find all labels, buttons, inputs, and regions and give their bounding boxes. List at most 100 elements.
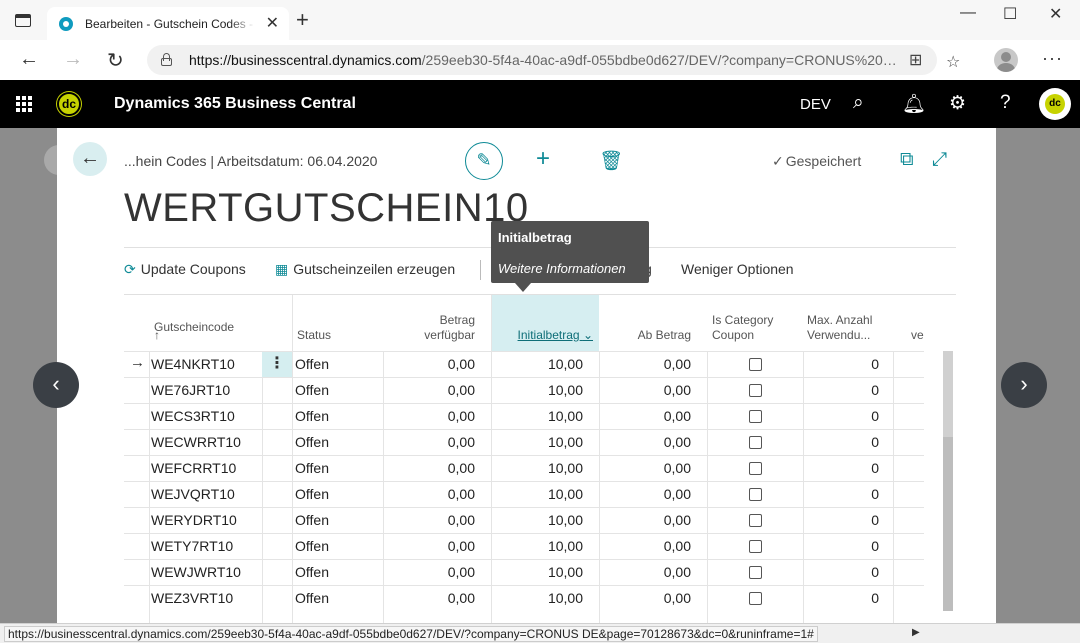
delete-trash-icon[interactable]: 🗑︎ xyxy=(599,149,623,173)
category-checkbox[interactable] xyxy=(749,566,762,579)
cell-from-amount[interactable]: 0,00 xyxy=(599,512,691,528)
column-header-cut[interactable]: ve xyxy=(911,295,924,351)
user-avatar[interactable]: dc xyxy=(1039,88,1071,120)
update-coupons-button[interactable]: ⟳ Update Coupons xyxy=(124,261,246,278)
column-header-from-amount[interactable]: Ab Betrag xyxy=(599,295,691,351)
cell-max-uses[interactable]: 0 xyxy=(803,434,879,450)
column-header-status[interactable]: Status xyxy=(297,295,377,351)
cell-status[interactable]: Offen xyxy=(295,408,329,424)
edit-pencil-icon[interactable]: ✎ xyxy=(465,142,503,180)
back-arrow-icon[interactable]: ← xyxy=(19,48,39,71)
cell-initial[interactable]: 10,00 xyxy=(491,356,583,372)
category-checkbox[interactable] xyxy=(749,514,762,527)
cell-code[interactable]: WERYDRT10 xyxy=(151,512,237,528)
category-checkbox[interactable] xyxy=(749,592,762,605)
more-options-icon[interactable]: ··· xyxy=(1042,48,1063,69)
new-tab-icon[interactable]: + xyxy=(296,9,309,31)
cell-from-amount[interactable]: 0,00 xyxy=(599,434,691,450)
cell-available[interactable]: 0,00 xyxy=(383,590,475,606)
cell-status[interactable]: Offen xyxy=(295,382,329,398)
cell-max-uses[interactable]: 0 xyxy=(803,512,879,528)
cell-from-amount[interactable]: 0,00 xyxy=(599,590,691,606)
cell-code[interactable]: WETY7RT10 xyxy=(151,538,233,554)
category-checkbox[interactable] xyxy=(749,410,762,423)
cell-available[interactable]: 0,00 xyxy=(383,460,475,476)
cell-available[interactable]: 0,00 xyxy=(383,408,475,424)
browser-tab[interactable]: Bearbeiten - Gutschein Codes - W ✕ xyxy=(47,7,289,40)
cell-status[interactable]: Offen xyxy=(295,356,329,372)
cell-available[interactable]: 0,00 xyxy=(383,512,475,528)
cell-max-uses[interactable]: 0 xyxy=(803,408,879,424)
tab-close-icon[interactable]: ✕ xyxy=(266,13,279,33)
category-checkbox[interactable] xyxy=(749,358,762,371)
cell-initial[interactable]: 10,00 xyxy=(491,486,583,502)
cell-from-amount[interactable]: 0,00 xyxy=(599,382,691,398)
cell-max-uses[interactable]: 0 xyxy=(803,460,879,476)
cell-max-uses[interactable]: 0 xyxy=(803,382,879,398)
minimize-icon[interactable]: — xyxy=(960,4,976,22)
table-row[interactable]: WEWJWRT10 Offen 0,00 10,00 0,00 0 xyxy=(124,559,924,585)
chevron-down-icon[interactable]: ⌄ xyxy=(583,328,593,342)
split-screen-icon[interactable]: ⊞ xyxy=(909,50,922,70)
forward-arrow-icon[interactable]: → xyxy=(63,48,83,71)
cell-code[interactable]: WEZ3VRT10 xyxy=(151,590,233,606)
cell-code[interactable]: WE76JRT10 xyxy=(151,382,230,398)
settings-gear-icon[interactable]: ⚙ xyxy=(949,92,966,115)
search-icon[interactable]: ⌕ xyxy=(853,92,864,114)
category-checkbox[interactable] xyxy=(749,436,762,449)
notification-bell-icon[interactable]: 🔔︎ xyxy=(902,92,926,116)
category-checkbox[interactable] xyxy=(749,540,762,553)
table-row[interactable]: WE76JRT10 Offen 0,00 10,00 0,00 0 xyxy=(124,377,924,403)
url-field[interactable]: https://businesscentral.dynamics.com/259… xyxy=(147,45,937,75)
cell-max-uses[interactable]: 0 xyxy=(803,590,879,606)
cell-code[interactable]: WEJVQRT10 xyxy=(151,486,235,502)
cell-from-amount[interactable]: 0,00 xyxy=(599,356,691,372)
next-record-button[interactable]: › xyxy=(1001,362,1047,408)
cell-from-amount[interactable]: 0,00 xyxy=(599,564,691,580)
cell-initial[interactable]: 10,00 xyxy=(491,408,583,424)
cell-from-amount[interactable]: 0,00 xyxy=(599,538,691,554)
column-header-category[interactable]: Is Category Coupon xyxy=(712,295,802,351)
cell-from-amount[interactable]: 0,00 xyxy=(599,486,691,502)
cell-available[interactable]: 0,00 xyxy=(383,486,475,502)
cell-status[interactable]: Offen xyxy=(295,486,329,502)
cell-available[interactable]: 0,00 xyxy=(383,356,475,372)
cell-status[interactable]: Offen xyxy=(295,538,329,554)
cell-status[interactable]: Offen xyxy=(295,590,329,606)
cell-initial[interactable]: 10,00 xyxy=(491,512,583,528)
help-icon[interactable]: ? xyxy=(1000,92,1011,114)
previous-record-button[interactable]: ‹ xyxy=(33,362,79,408)
create-coupon-lines-button[interactable]: ▦ Gutscheinzeilen erzeugen xyxy=(275,261,455,278)
table-row[interactable]: WECWRRT10 Offen 0,00 10,00 0,00 0 xyxy=(124,429,924,455)
category-checkbox[interactable] xyxy=(749,462,762,475)
more-info-link[interactable]: Weitere Informationen xyxy=(498,261,626,276)
app-title[interactable]: Dynamics 365 Business Central xyxy=(114,95,356,113)
cell-status[interactable]: Offen xyxy=(295,564,329,580)
cell-max-uses[interactable]: 0 xyxy=(803,356,879,372)
cell-available[interactable]: 0,00 xyxy=(383,382,475,398)
maximize-icon[interactable]: ☐ xyxy=(1003,4,1017,24)
new-record-plus-icon[interactable]: + xyxy=(536,145,550,173)
profile-avatar[interactable] xyxy=(994,48,1018,72)
close-window-icon[interactable]: ✕ xyxy=(1049,4,1062,24)
table-row[interactable]: WERYDRT10 Offen 0,00 10,00 0,00 0 xyxy=(124,507,924,533)
cell-available[interactable]: 0,00 xyxy=(383,538,475,554)
lock-icon[interactable] xyxy=(161,53,172,66)
less-options-button[interactable]: Weniger Optionen xyxy=(681,261,794,277)
cell-status[interactable]: Offen xyxy=(295,434,329,450)
cell-from-amount[interactable]: 0,00 xyxy=(599,460,691,476)
column-header-code[interactable]: Gutscheincode ↑ xyxy=(154,295,264,351)
cell-code[interactable]: WEWJWRT10 xyxy=(151,564,241,580)
cell-status[interactable]: Offen xyxy=(295,460,329,476)
cell-max-uses[interactable]: 0 xyxy=(803,486,879,502)
table-row[interactable]: → ⋮ WE4NKRT10 Offen 0,00 10,00 0,00 0 xyxy=(124,351,924,377)
cell-max-uses[interactable]: 0 xyxy=(803,564,879,580)
expand-icon[interactable]: ⤢ xyxy=(932,149,947,171)
table-row[interactable]: WECS3RT10 Offen 0,00 10,00 0,00 0 xyxy=(124,403,924,429)
cell-code[interactable]: WE4NKRT10 xyxy=(151,356,235,372)
category-checkbox[interactable] xyxy=(749,488,762,501)
cell-code[interactable]: WEFCRRT10 xyxy=(151,460,236,476)
cell-initial[interactable]: 10,00 xyxy=(491,434,583,450)
cell-status[interactable]: Offen xyxy=(295,512,329,528)
category-checkbox[interactable] xyxy=(749,384,762,397)
